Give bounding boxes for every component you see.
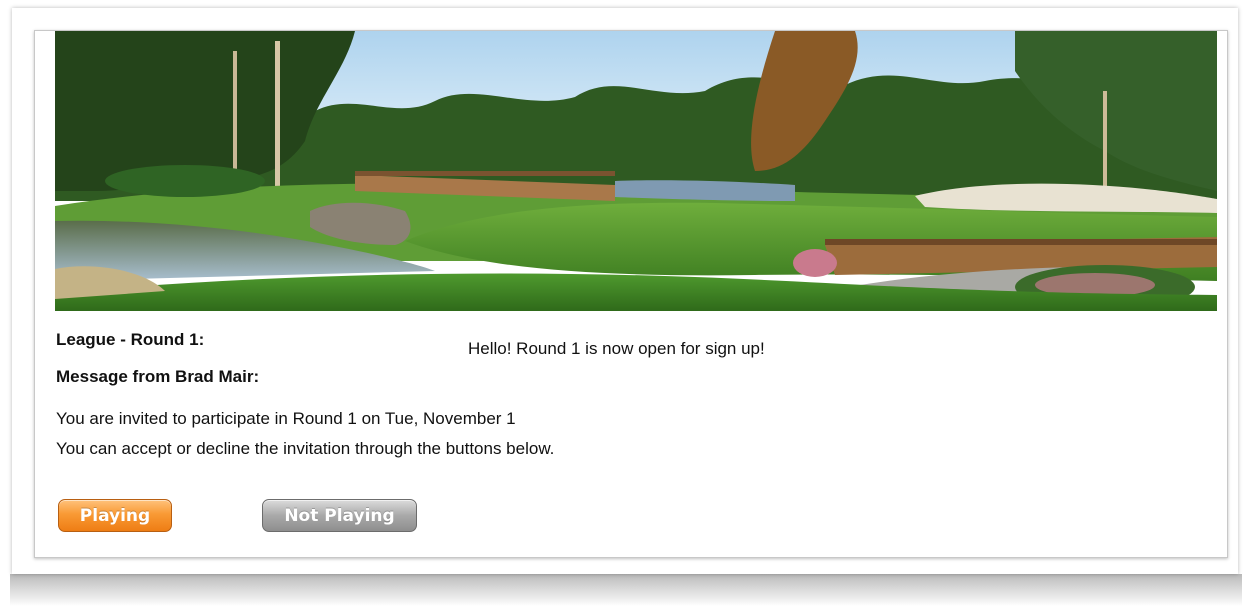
invitation-text-date: You are invited to participate in Round … <box>56 409 516 428</box>
page-bottom-shadow <box>10 574 1242 606</box>
league-round-label: League - Round 1: <box>56 330 205 349</box>
golf-course-banner-image <box>55 31 1217 311</box>
not-playing-button[interactable]: Not Playing <box>262 499 417 532</box>
organizer-message-text: Hello! Round 1 is now open for sign up! <box>468 339 765 358</box>
invitation-text-instructions: You can accept or decline the invitation… <box>56 439 555 458</box>
playing-button[interactable]: Playing <box>58 499 172 532</box>
invitation-panel: League - Round 1: Hello! Round 1 is now … <box>34 30 1228 558</box>
message-from-label: Message from Brad Mair: <box>56 367 260 386</box>
invitation-card: League - Round 1: Hello! Round 1 is now … <box>12 8 1238 574</box>
